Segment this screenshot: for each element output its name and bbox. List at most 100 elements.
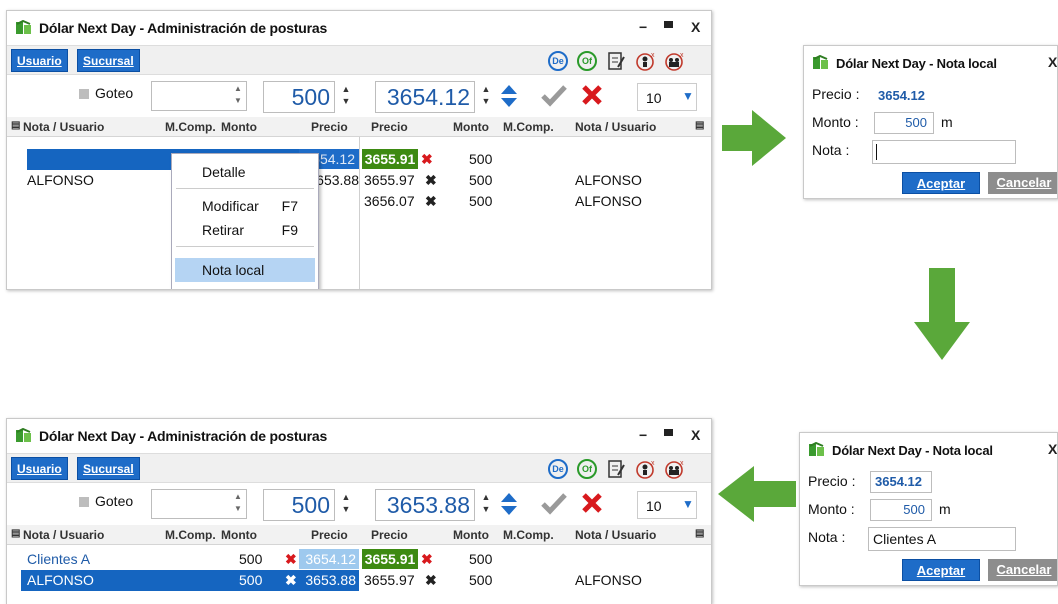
checkmark-icon[interactable] [540, 83, 568, 110]
cross-icon[interactable]: ✖ [421, 549, 433, 569]
nota-dialog-top: Dólar Next Day - Nota local X Precio : 3… [803, 45, 1058, 199]
precio-venta-cell[interactable]: 3656.07 [364, 191, 415, 211]
spin-down-icon[interactable]: ▼ [481, 96, 491, 106]
aceptar-button[interactable]: Aceptar [902, 559, 980, 581]
cross-icon[interactable]: ✖ [285, 570, 297, 590]
close-icon[interactable]: X [691, 19, 700, 35]
column-menu-icon[interactable]: ▤ [695, 528, 704, 539]
precio-compra-cell[interactable]: 3654.12 [299, 549, 359, 569]
edit-form-icon[interactable] [606, 459, 626, 479]
spin-down-icon[interactable]: ▼ [233, 96, 243, 106]
cross-icon[interactable] [581, 492, 603, 517]
header-nota-usuario[interactable]: Nota / Usuario [23, 528, 104, 542]
close-icon[interactable]: X [1048, 54, 1057, 70]
spin-up-icon[interactable]: ▲ [233, 492, 243, 502]
cross-icon[interactable]: ✖ [425, 570, 437, 590]
aceptar-button[interactable]: Aceptar [902, 172, 980, 194]
precio-venta-cell[interactable]: 3655.97 [364, 570, 415, 590]
count-select[interactable]: 10 ▼ [637, 491, 697, 519]
tab-sucursal[interactable]: Sucursal [77, 49, 140, 72]
cross-icon[interactable]: ✖ [285, 549, 297, 569]
header-mcomp[interactable]: M.Comp. [165, 120, 216, 134]
header-monto[interactable]: Monto [221, 120, 257, 134]
users-remove-icon[interactable]: x [664, 459, 684, 479]
minimize-icon[interactable]: − [639, 427, 647, 443]
maximize-icon[interactable] [664, 17, 674, 33]
goteo-checkbox[interactable] [79, 497, 89, 507]
header-nota-usuario-venta[interactable]: Nota / Usuario [575, 528, 656, 542]
checkmark-icon[interactable] [540, 491, 568, 518]
header-precio-venta[interactable]: Precio [371, 120, 408, 134]
of-icon[interactable]: Of [577, 459, 597, 479]
spin-up-icon[interactable]: ▲ [233, 84, 243, 94]
dropdown-arrow-icon[interactable]: ▼ [682, 497, 694, 511]
cross-icon[interactable]: ✖ [425, 170, 437, 190]
de-icon[interactable]: De [548, 459, 568, 479]
menu-item-nota-local[interactable]: Nota local [175, 258, 315, 282]
big-spin-icon[interactable] [499, 490, 519, 521]
menu-item-detalle[interactable]: Detalle [172, 160, 318, 184]
tab-sucursal[interactable]: Sucursal [77, 457, 140, 480]
column-menu-icon[interactable]: ▤ [11, 120, 20, 131]
menu-item-retirar[interactable]: Retirar F9 [172, 218, 318, 242]
users-remove-icon[interactable]: x [664, 51, 684, 71]
minimize-icon[interactable]: − [639, 19, 647, 35]
header-mcomp-venta[interactable]: M.Comp. [503, 120, 554, 134]
dropdown-arrow-icon[interactable]: ▼ [682, 89, 694, 103]
spin-up-icon[interactable]: ▲ [341, 84, 351, 94]
nota-field[interactable]: Clientes A [868, 527, 1016, 551]
cross-icon[interactable]: ✖ [421, 149, 433, 169]
goteo-checkbox[interactable] [79, 89, 89, 99]
menu-item-modificar[interactable]: Modificar F7 [172, 194, 318, 218]
header-precio-compra[interactable]: Precio [311, 528, 348, 542]
cross-icon[interactable]: ✖ [425, 191, 437, 211]
spin-up-icon[interactable]: ▲ [481, 84, 491, 94]
monto-input[interactable]: 500 [263, 81, 335, 113]
user-remove-icon[interactable]: x [635, 459, 655, 479]
header-mcomp-venta[interactable]: M.Comp. [503, 528, 554, 542]
cancelar-button[interactable]: Cancelar [988, 559, 1057, 581]
column-menu-icon[interactable]: ▤ [11, 528, 20, 539]
cancelar-button[interactable]: Cancelar [988, 172, 1057, 194]
spin-down-icon[interactable]: ▼ [341, 96, 351, 106]
close-icon[interactable]: X [1048, 441, 1057, 457]
precio-venta-cell[interactable]: 3655.91 [362, 149, 418, 169]
monto-field[interactable]: 500 [874, 112, 934, 134]
header-monto-venta[interactable]: Monto [453, 528, 489, 542]
header-mcomp[interactable]: M.Comp. [165, 528, 216, 542]
spin-down-icon[interactable]: ▼ [481, 504, 491, 514]
monto-input[interactable]: 500 [263, 489, 335, 521]
close-icon[interactable]: X [691, 427, 700, 443]
edit-form-icon[interactable] [606, 51, 626, 71]
header-nota-usuario-venta[interactable]: Nota / Usuario [575, 120, 656, 134]
user-remove-icon[interactable]: x [635, 51, 655, 71]
spin-down-icon[interactable]: ▼ [341, 504, 351, 514]
app-logo-icon [15, 427, 33, 444]
of-icon[interactable]: Of [577, 51, 597, 71]
maximize-icon[interactable] [664, 425, 674, 441]
precio-compra-cell[interactable]: 3653.88 [299, 570, 359, 590]
header-precio-venta[interactable]: Precio [371, 528, 408, 542]
de-icon[interactable]: De [548, 51, 568, 71]
big-spin-icon[interactable] [499, 82, 519, 113]
header-monto-venta[interactable]: Monto [453, 120, 489, 134]
grid-header: ▤ Nota / Usuario M.Comp. Monto Precio Pr… [7, 525, 711, 545]
cross-icon[interactable] [581, 84, 603, 109]
spin-up-icon[interactable]: ▲ [481, 492, 491, 502]
spin-up-icon[interactable]: ▲ [341, 492, 351, 502]
precio-input[interactable]: 3654.12 [375, 81, 475, 113]
count-select[interactable]: 10 ▼ [637, 83, 697, 111]
header-precio-compra[interactable]: Precio [311, 120, 348, 134]
nota-field[interactable] [872, 140, 1016, 164]
monto-field[interactable]: 500 [870, 499, 932, 521]
tab-usuario[interactable]: Usuario [11, 457, 68, 480]
precio-venta-cell[interactable]: 3655.91 [362, 549, 418, 569]
header-monto[interactable]: Monto [221, 528, 257, 542]
tab-usuario[interactable]: Usuario [11, 49, 68, 72]
precio-input[interactable]: 3653.88 [375, 489, 475, 521]
precio-venta-cell[interactable]: 3655.97 [364, 170, 415, 190]
menu-divider [176, 246, 314, 247]
column-menu-icon[interactable]: ▤ [695, 120, 704, 131]
spin-down-icon[interactable]: ▼ [233, 504, 243, 514]
header-nota-usuario[interactable]: Nota / Usuario [23, 120, 104, 134]
